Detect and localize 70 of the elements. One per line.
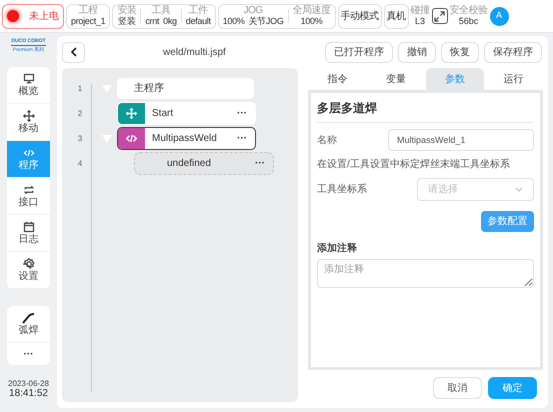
line-number: 1 [76,82,84,94]
nav-item[interactable]: 接口 [7,178,50,215]
more-button[interactable]: ··· [7,343,50,365]
status-caption: 碰撞 [410,6,430,16]
nav-item[interactable]: 概览 [7,67,50,104]
calendar-icon [22,221,34,233]
welding-torch-icon [22,312,36,324]
toolbar-button[interactable]: 恢复 [441,42,479,62]
toolbar-button[interactable]: 撤销 [398,42,436,62]
nav-item[interactable]: 弧焊 [7,306,50,343]
move-icon [22,110,34,122]
status-caption: JOG [244,6,263,16]
status-caption: 全局速度 [292,6,331,16]
tab[interactable]: 指令 [308,68,367,90]
toolbar-button[interactable]: 保存程序 [484,42,542,62]
status-value: project_1 [71,17,106,26]
tab[interactable]: 变量 [366,68,426,90]
more-dots[interactable]: ··· [237,134,247,144]
back-icon [70,47,78,57]
settings-icon [22,258,34,270]
field-label: 添加注释 [317,241,358,256]
status-caption: 安全校验 [450,6,488,16]
comment-field[interactable]: 添加注释 [317,259,534,288]
status-value: 56bc [458,17,478,26]
command-node[interactable]: MultipassWeld ··· [117,127,256,150]
status-value: 0kg [163,17,177,26]
status-value: 100% [300,17,322,26]
more-dots[interactable]: ··· [255,158,265,168]
tab[interactable]: 运行 [484,68,543,90]
name-field[interactable]: MultipassWeld_1 [388,129,534,151]
monitor-icon [22,73,34,85]
status-caption: 工程 [78,6,98,16]
nav-item[interactable]: 日志 [7,215,50,252]
mode-button[interactable]: 手动模式 [338,4,382,28]
code-icon [22,147,34,159]
time-label: 18:41:52 [9,389,48,399]
status-caption: 工具 [152,6,171,16]
nav-item[interactable]: 设置 [7,252,50,289]
mode-button[interactable]: 真机 [384,4,409,28]
power-label: 未上电 [29,10,59,24]
hint-text: 在设置/工具设置中标定焊丝末端工具坐标系 [317,158,511,172]
chevron-down-icon [515,187,523,192]
code-icon [126,133,137,144]
program-node[interactable]: 主程序 [117,78,254,99]
status-value: default [186,17,211,26]
status-caption: 安装 [117,6,136,16]
status-value: 关节JOG [248,17,284,26]
command-node[interactable]: Start ··· [117,102,256,125]
expand-icon[interactable] [432,8,448,24]
status-caption: 工件 [188,6,208,16]
status-value: 竖装 [118,17,136,26]
line-number: 4 [76,158,84,170]
line-number: 2 [76,108,84,120]
toolbar-button[interactable]: 已打开程序 [325,42,393,62]
line-number: 3 [76,132,84,144]
move-icon [126,108,137,119]
cancel-button[interactable]: 取消 [433,377,482,399]
status-value: 100% [222,17,245,26]
file-title: weld/multi.jspf [163,46,226,60]
status-value: L3 [415,17,426,26]
placeholder-node[interactable]: undefined ··· [134,152,274,175]
power-button[interactable]: 未上电 [2,4,64,28]
field-label: 名称 [317,134,338,148]
date-label: 2023-06-28 [8,380,49,388]
section-title: 多层多道焊 [317,99,534,123]
more-dots[interactable]: ··· [237,108,247,118]
status-value: crnt [145,17,160,26]
swap-icon [22,184,34,196]
back-button[interactable] [62,42,85,62]
field-label: 工具坐标系 [317,182,368,197]
